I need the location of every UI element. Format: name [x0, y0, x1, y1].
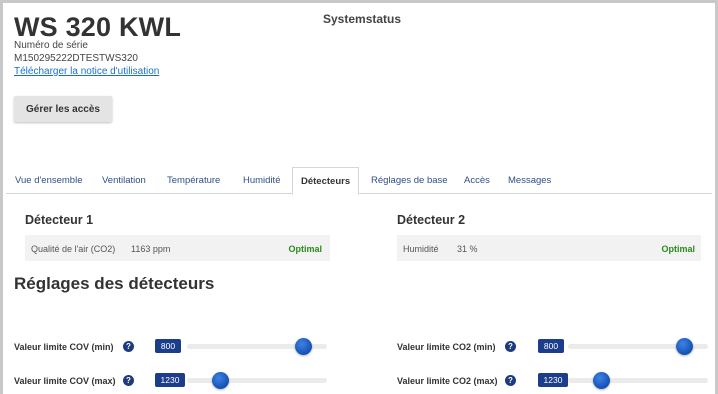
tab-temperature[interactable]: Température: [167, 167, 220, 194]
serial-value: M150295222DTESTWS320: [14, 53, 138, 64]
tab-access[interactable]: Accès: [464, 167, 490, 194]
detector-2-panel: Humidité 31 % Optimal: [397, 235, 701, 261]
detector-2-measure-value: 31 %: [457, 244, 478, 254]
limit-co2-max-slider-thumb[interactable]: [592, 372, 610, 389]
system-status-title: Systemstatus: [323, 12, 402, 26]
limit-co2-max-track[interactable]: [568, 378, 708, 383]
limit-co2-max-help-icon[interactable]: ?: [505, 375, 516, 386]
detector-1-measure-label: Qualité de l'air (CO2): [31, 244, 116, 254]
download-manual-link[interactable]: Télécharger la notice d'utilisation: [14, 66, 159, 77]
limit-cov-min-help-icon[interactable]: ?: [123, 341, 134, 352]
limit-co2-max-value: 1230: [538, 373, 568, 387]
detector-settings-title: Réglages des détecteurs: [14, 274, 215, 293]
limit-cov-max-track[interactable]: [187, 378, 327, 383]
detector-1-measure-value: 1163 ppm: [131, 244, 171, 254]
limit-co2-max-label: Valeur limite CO2 (max): [397, 376, 498, 386]
limit-cov-max-slider-thumb[interactable]: [211, 372, 229, 389]
detector-2-title: Détecteur 2: [397, 213, 466, 227]
tab-overview[interactable]: Vue d'ensemble: [15, 167, 82, 194]
tab-bar: Vue d'ensemble Ventilation Température H…: [6, 167, 712, 195]
tab-basic-settings[interactable]: Réglages de base: [371, 167, 448, 194]
detector-2-status: Optimal: [661, 244, 695, 254]
tab-detectors[interactable]: Détecteurs: [292, 167, 360, 195]
limit-co2-min-value: 800: [538, 339, 564, 353]
limit-co2-min-help-icon[interactable]: ?: [505, 341, 516, 352]
detector-2-measure-label: Humidité: [403, 244, 439, 254]
limit-cov-min-value: 800: [155, 339, 181, 353]
tab-humidity[interactable]: Humidité: [243, 167, 281, 194]
device-name: WS 320 KWL: [14, 12, 182, 42]
detector-1-status: Optimal: [288, 244, 322, 254]
tab-messages[interactable]: Messages: [508, 167, 551, 194]
manage-access-button[interactable]: Gérer les accès: [14, 96, 112, 122]
tab-ventilation[interactable]: Ventilation: [102, 167, 146, 194]
detector-1-title: Détecteur 1: [25, 213, 94, 227]
limit-cov-max-label: Valeur limite COV (max): [14, 376, 116, 386]
limit-cov-max-value: 1230: [155, 373, 185, 387]
limit-cov-max-help-icon[interactable]: ?: [123, 375, 134, 386]
detector-1-panel: Qualité de l'air (CO2) 1163 ppm Optimal: [25, 235, 330, 261]
limit-co2-min-label: Valeur limite CO2 (min): [397, 342, 496, 352]
serial-label: Numéro de série: [14, 40, 88, 51]
limit-cov-min-label: Valeur limite COV (min): [14, 342, 114, 352]
